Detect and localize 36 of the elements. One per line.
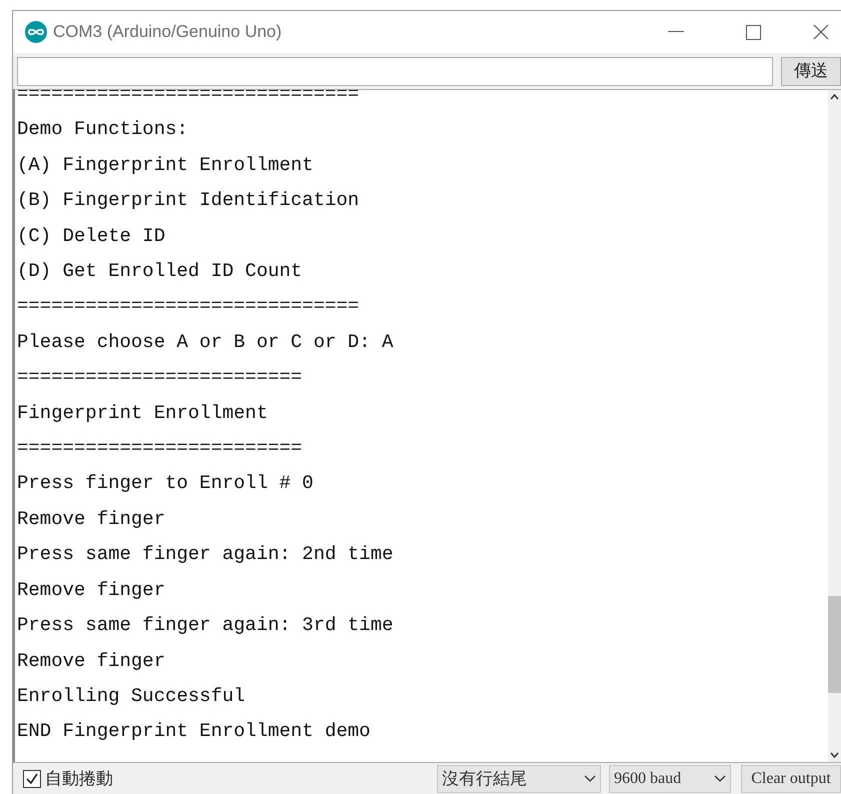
close-icon[interactable] — [813, 24, 829, 40]
output-line: ========================= — [17, 365, 302, 390]
output-line: ============================== — [17, 90, 360, 107]
minimize-icon[interactable] — [668, 31, 684, 33]
output-line: Enrolling Successful — [17, 684, 246, 709]
autoscroll-checkbox[interactable] — [23, 770, 41, 788]
infinity-logo-icon — [25, 21, 47, 43]
output-line: (A) Fingerprint Enrollment — [17, 152, 314, 178]
output-line: (D) Get Enrolled ID Count — [17, 259, 302, 284]
checkmark-icon — [25, 772, 39, 786]
clear-output-button[interactable]: Clear output — [741, 764, 841, 792]
output-line: ========================= — [17, 436, 302, 462]
output-line: ============================== — [17, 294, 360, 320]
window-title: COM3 (Arduino/Genuino Uno) — [53, 21, 282, 44]
chevron-down-icon — [714, 774, 726, 782]
output-line: Remove finger — [17, 506, 166, 532]
message-input-field[interactable] — [17, 56, 773, 86]
output-line: Remove finger — [17, 578, 166, 603]
autoscroll-label: 自動捲動 — [45, 768, 113, 790]
output-line: (B) Fingerprint Identification — [17, 188, 360, 214]
scrollbar-thumb[interactable] — [828, 596, 841, 693]
output-line: Please choose A or B or C or D: A — [17, 330, 394, 355]
output-line: Remove finger — [17, 648, 166, 674]
output-line: Demo Functions: — [17, 117, 188, 142]
maximize-icon[interactable] — [746, 24, 761, 40]
output-line: Press finger to Enroll # 0 — [17, 471, 314, 496]
baud-rate-dropdown[interactable]: 9600 baud — [609, 764, 731, 792]
output-line: Press same finger again: 3rd time — [17, 613, 394, 638]
output-line: END Fingerprint Enrollment demo — [17, 719, 370, 744]
line-ending-dropdown[interactable]: 沒有行結尾 — [437, 764, 601, 792]
output-line: Press same finger again: 2nd time — [17, 542, 394, 568]
chevron-down-icon — [584, 774, 596, 782]
scrollbar[interactable] — [828, 90, 841, 762]
output-line: Fingerprint Enrollment — [17, 400, 268, 426]
send-button[interactable]: 傳送 — [781, 56, 841, 86]
output-line: (C) Delete ID — [17, 224, 166, 249]
